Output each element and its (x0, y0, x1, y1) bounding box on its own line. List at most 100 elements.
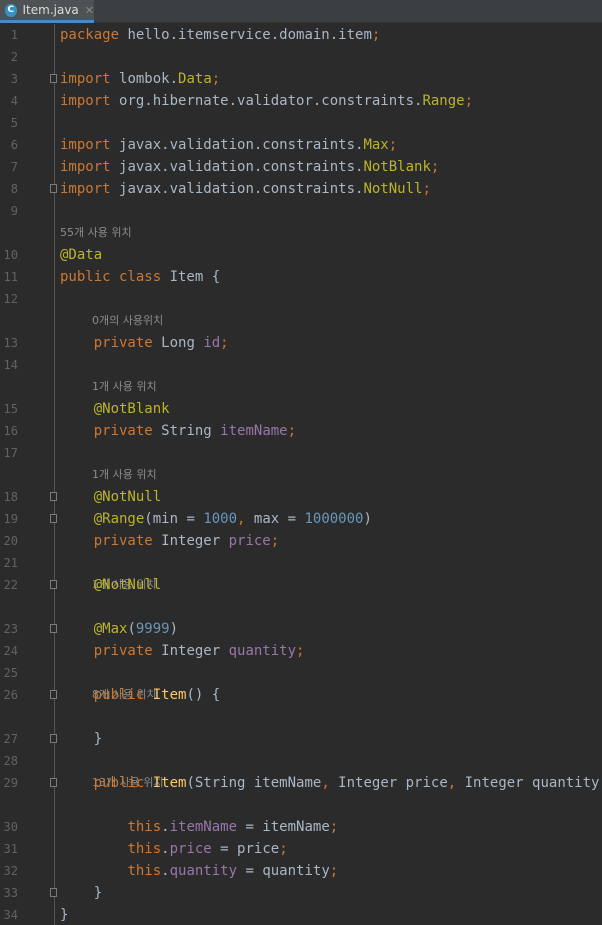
line-number[interactable]: 12 (0, 288, 18, 310)
line-number[interactable]: 13 (0, 332, 18, 354)
line-number[interactable]: 32 (0, 860, 18, 882)
code-line[interactable]: 32 this.quantity = quantity; (0, 860, 602, 882)
code-text[interactable]: this.itemName = itemName; (60, 816, 338, 838)
line-number[interactable]: 26 (0, 684, 18, 706)
fold-marker-icon[interactable] (50, 580, 57, 589)
code-text[interactable]: public class Item { (60, 266, 220, 288)
close-icon[interactable]: ✕ (85, 4, 94, 17)
line-number[interactable]: 29 (0, 772, 18, 794)
line-number[interactable]: 23 (0, 618, 18, 640)
code-line[interactable]: 28 (0, 750, 602, 772)
line-number[interactable]: 28 (0, 750, 18, 772)
code-line[interactable]: 23 @Max(9999) (0, 618, 602, 640)
code-line[interactable]: 1 package hello.itemservice.domain.item; (0, 24, 602, 46)
code-line[interactable]: 24 private Integer quantity; (0, 640, 602, 662)
code-text[interactable]: @NotBlank (60, 398, 170, 420)
line-number[interactable]: 14 (0, 354, 18, 376)
fold-marker-icon[interactable] (50, 888, 57, 897)
code-text[interactable]: } (60, 904, 68, 925)
code-line[interactable]: 2 (0, 46, 602, 68)
fold-marker-icon[interactable] (50, 74, 57, 83)
code-line[interactable]: 10 @Data (0, 244, 602, 266)
line-number[interactable]: 22 (0, 574, 18, 596)
line-number[interactable]: 1 (0, 24, 18, 46)
usage-hint-price[interactable]: 1개 사용 위치 (92, 464, 157, 486)
code-text[interactable]: } (60, 728, 102, 750)
usage-hint-id[interactable]: 0개의 사용위치 (92, 310, 163, 332)
code-line[interactable]: 11 public class Item { (0, 266, 602, 288)
code-line[interactable]: 34} (0, 904, 602, 925)
code-text[interactable]: private Long id; (60, 332, 229, 354)
code-line[interactable]: 21 (0, 552, 602, 574)
code-text[interactable]: public Item(String itemName, Integer pri… (60, 772, 602, 794)
code-line[interactable]: 19 @Range(min = 1000, max = 1000000) (0, 508, 602, 530)
code-line[interactable]: 31 this.price = price; (0, 838, 602, 860)
line-number[interactable]: 9 (0, 200, 18, 222)
code-text[interactable]: @NotNull (60, 574, 161, 596)
line-number[interactable]: 7 (0, 156, 18, 178)
line-number[interactable]: 34 (0, 904, 18, 925)
code-text[interactable]: import org.hibernate.validator.constrain… (60, 90, 473, 112)
code-editor[interactable]: 55개 사용 위치 0개의 사용위치 1개 사용 위치 1개 사용 위치 1개 … (0, 24, 602, 925)
code-line[interactable]: 33 } (0, 882, 602, 904)
code-line[interactable]: 8 import javax.validation.constraints.Not… (0, 178, 602, 200)
line-number[interactable]: 33 (0, 882, 18, 904)
line-number[interactable]: 5 (0, 112, 18, 134)
line-number[interactable]: 31 (0, 838, 18, 860)
line-number[interactable]: 11 (0, 266, 18, 288)
line-number[interactable]: 24 (0, 640, 18, 662)
fold-marker-icon[interactable] (50, 492, 57, 501)
fold-marker-icon[interactable] (50, 690, 57, 699)
code-line[interactable]: 6 import javax.validation.constraints.Max… (0, 134, 602, 156)
code-text[interactable]: private Integer price; (60, 530, 279, 552)
code-text[interactable]: @Data (60, 244, 102, 266)
code-text[interactable]: this.quantity = quantity; (60, 860, 338, 882)
fold-marker-icon[interactable] (50, 624, 57, 633)
line-number[interactable]: 8 (0, 178, 18, 200)
line-number[interactable]: 21 (0, 552, 18, 574)
code-text[interactable]: @Range(min = 1000, max = 1000000) (60, 508, 372, 530)
fold-marker-icon[interactable] (50, 184, 57, 193)
code-line[interactable]: 4 import org.hibernate.validator.constrai… (0, 90, 602, 112)
code-line[interactable]: 20 private Integer price; (0, 530, 602, 552)
code-text[interactable]: this.price = price; (60, 838, 287, 860)
code-line[interactable]: 3 import lombok.Data; (0, 68, 602, 90)
code-text[interactable]: import javax.validation.constraints.NotN… (60, 178, 431, 200)
line-number[interactable]: 15 (0, 398, 18, 420)
line-number[interactable]: 30 (0, 816, 18, 838)
code-line[interactable]: 15 @NotBlank (0, 398, 602, 420)
line-number[interactable]: 4 (0, 90, 18, 112)
code-text[interactable]: @Max(9999) (60, 618, 178, 640)
code-text[interactable]: import lombok.Data; (60, 68, 220, 90)
code-line[interactable]: 16 private String itemName; (0, 420, 602, 442)
code-text[interactable]: import javax.validation.constraints.NotB… (60, 156, 439, 178)
line-number[interactable]: 17 (0, 442, 18, 464)
code-line[interactable]: 12 (0, 288, 602, 310)
line-number[interactable]: 2 (0, 46, 18, 68)
fold-marker-icon[interactable] (50, 778, 57, 787)
line-number[interactable]: 25 (0, 662, 18, 684)
line-number[interactable]: 19 (0, 508, 18, 530)
line-number[interactable]: 16 (0, 420, 18, 442)
code-text[interactable]: @NotNull (60, 486, 161, 508)
code-line[interactable]: 27 } (0, 728, 602, 750)
code-text[interactable]: package hello.itemservice.domain.item; (60, 24, 380, 46)
line-number[interactable]: 6 (0, 134, 18, 156)
tab-item-java[interactable]: C Item.java ✕ (0, 0, 94, 23)
fold-marker-icon[interactable] (50, 514, 57, 523)
fold-marker-icon[interactable] (50, 734, 57, 743)
code-line[interactable]: 30 this.itemName = itemName; (0, 816, 602, 838)
code-line[interactable]: 5 (0, 112, 602, 134)
line-number[interactable]: 10 (0, 244, 18, 266)
code-line[interactable]: 14 (0, 354, 602, 376)
code-text[interactable]: } (60, 882, 102, 904)
code-line[interactable]: 26 public Item() { (0, 684, 602, 706)
code-line[interactable]: 22 @NotNull (0, 574, 602, 596)
code-text[interactable]: private String itemName; (60, 420, 296, 442)
usage-hint-class[interactable]: 55개 사용 위치 (60, 222, 132, 244)
code-line[interactable]: 29 public Item(String itemName, Integer … (0, 772, 602, 794)
usage-hint-itemname[interactable]: 1개 사용 위치 (92, 376, 157, 398)
code-text[interactable]: private Integer quantity; (60, 640, 305, 662)
code-line[interactable]: 17 (0, 442, 602, 464)
code-text[interactable]: public Item() { (60, 684, 220, 706)
